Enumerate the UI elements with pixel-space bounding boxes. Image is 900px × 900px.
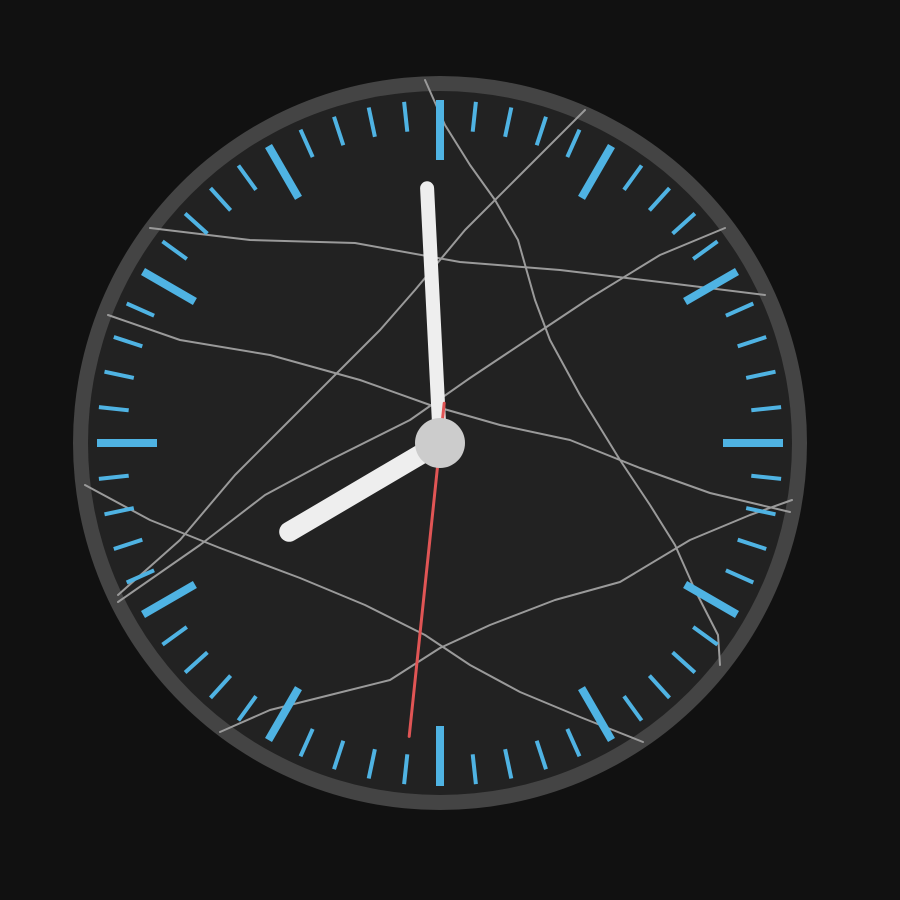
analog-clock: [0, 0, 900, 900]
clock-screen: [0, 0, 900, 900]
center-hub: [415, 418, 465, 468]
